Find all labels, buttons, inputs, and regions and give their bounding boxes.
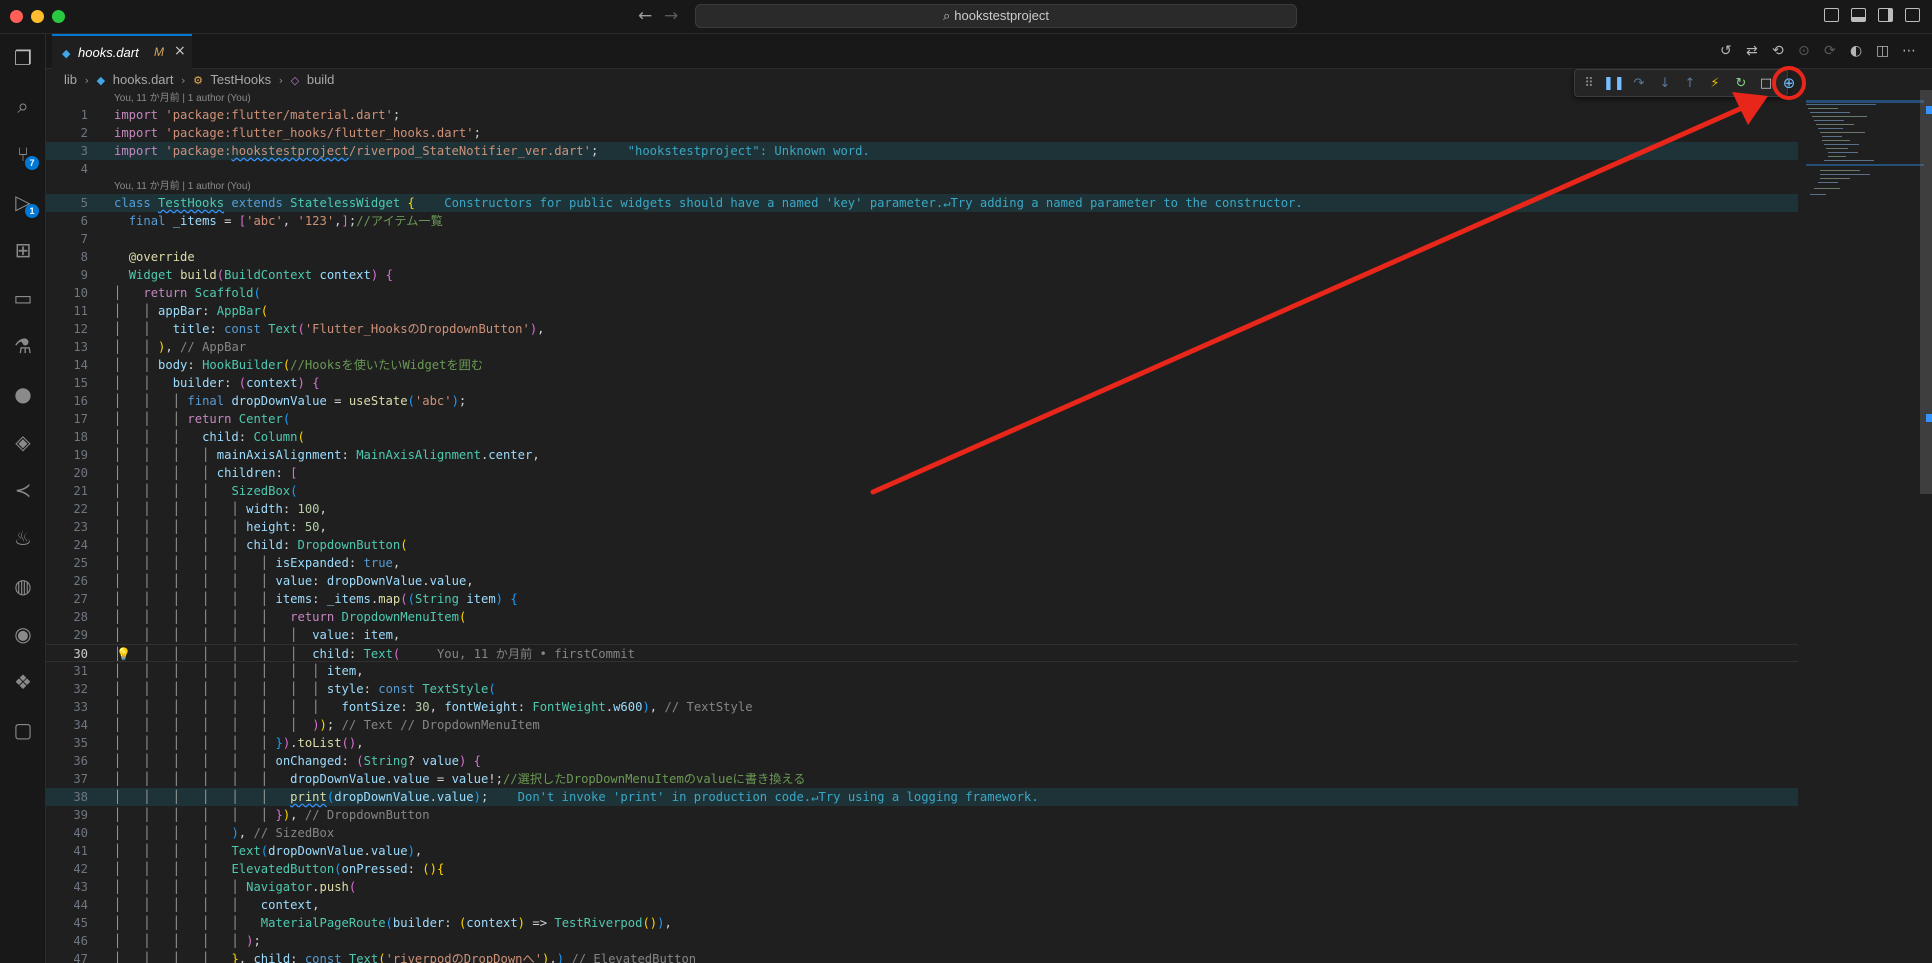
- annotation-arrow: [870, 92, 1768, 495]
